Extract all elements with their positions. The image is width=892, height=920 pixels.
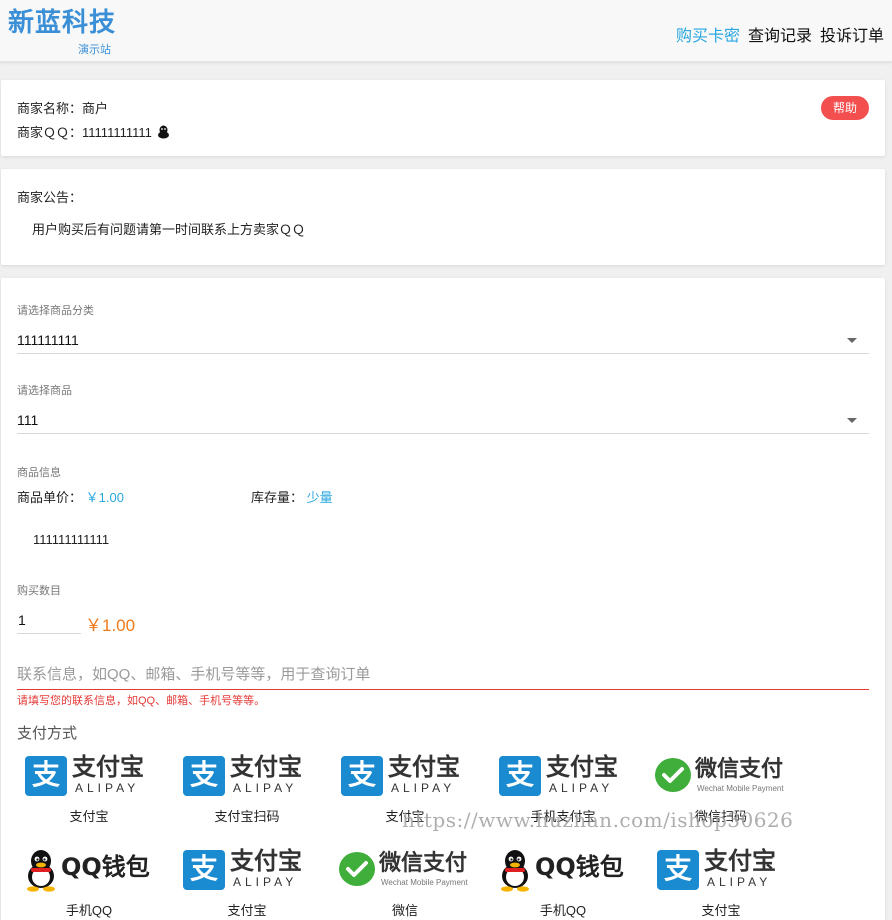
category-selected-value: 111111111 [17,332,79,348]
chevron-down-icon [847,418,857,423]
wechat-pay-logo-en: Wechat Mobile Payment [697,784,784,793]
alipay-logo-en: ALIPAY [75,781,140,795]
category-label: 请选择商品分类 [17,305,94,317]
product-selected-value: 111 [17,412,39,428]
wechat-logo: 微信支付 Wechat Mobile Payment [335,846,475,894]
alipay-icon: 支 [499,756,541,796]
product-select[interactable]: 111 [17,406,869,434]
alipay-logo: 支支付宝 ALIPAY [177,752,317,800]
payment-option-qq[interactable]: QQ钱包手机QQ [493,846,633,920]
payment-option-label: 手机QQ [65,903,113,918]
payment-method-title: 支付方式 [17,725,78,742]
stock-value: 少量 [306,490,333,505]
contact-info-input[interactable] [17,660,869,690]
alipay-logo-en: ALIPAY [391,781,456,795]
help-button[interactable]: 帮助 [821,96,869,120]
alipay-logo-text: 支付宝 [230,847,302,875]
category-select[interactable]: 111111111 [17,326,869,354]
top-navbar: 新蓝科技 演示站 购买卡密 查询记录 投诉订单 [0,0,892,62]
alipay-logo-text: 支付宝 [388,753,460,781]
product-info-label: 商品信息 [17,467,61,479]
alipay-logo: 支支付宝 ALIPAY [335,752,475,800]
payment-option-alipay[interactable]: 支支付宝 ALIPAY 支付宝 [19,752,159,832]
payment-option-label: 支付宝 [69,809,109,824]
watermark: https://www.huzhan.com/ishop30626 [402,808,794,832]
payment-option-qq[interactable]: QQ钱包手机QQ [19,846,159,920]
merchant-name-label: 商家名称： [17,101,83,116]
alipay-logo-text: 支付宝 [704,847,776,875]
alipay-logo: 支支付宝 ALIPAY [651,846,791,894]
logo-text: 新蓝科技 [8,8,117,38]
qq-wallet-logo-text: QQ钱包 [61,853,150,881]
quantity-label: 购买数目 [17,585,61,597]
payment-option-label: 手机QQ [539,903,587,918]
unit-price: 商品单价： ￥1.00 [17,487,124,506]
site-logo[interactable]: 新蓝科技 演示站 [8,6,117,56]
merchant-name-value: 商户 [82,101,109,116]
stock-label: 库存量： [251,490,304,505]
qq-logo: QQ钱包 [493,846,633,894]
nav-buy-card[interactable]: 购买卡密 [676,22,740,46]
alipay-icon: 支 [341,756,383,796]
wechat-pay-logo-text: 微信支付 [379,851,468,876]
qq-penguin-icon [497,848,533,897]
nav-query-records[interactable]: 查询记录 [748,22,812,46]
logo-subtitle: 演示站 [78,44,111,56]
merchant-qq-label: 商家ＱＱ： [17,125,83,140]
stock: 库存量： 少量 [251,487,333,506]
alipay-icon: 支 [657,850,699,890]
notice-title: 商家公告： [17,190,83,205]
qq-logo: QQ钱包 [19,846,159,894]
merchant-info-card: 商家名称：商户 商家ＱＱ：11111111111 帮助 [1,80,885,156]
payment-option-label: 微信 [391,903,418,918]
unit-price-value: ￥1.00 [85,490,124,505]
payment-option-label: 支付宝扫码 [214,809,280,824]
wechat-logo: 微信支付 Wechat Mobile Payment [651,752,791,800]
main-nav: 购买卡密 查询记录 投诉订单 [676,22,884,46]
alipay-logo-en: ALIPAY [549,781,614,795]
payment-option-alipay[interactable]: 支支付宝 ALIPAY 支付宝 [651,846,791,920]
contact-error-message: 请填写您的联系信息，如QQ、邮箱、手机号等等。 [17,695,266,707]
alipay-logo-en: ALIPAY [233,875,298,889]
chevron-down-icon [847,338,857,343]
qq-penguin-icon [23,848,59,897]
payment-option-wechat[interactable]: 微信支付 Wechat Mobile Payment 微信 [335,846,475,920]
alipay-icon: 支 [183,756,225,796]
alipay-logo: 支支付宝 ALIPAY [19,752,159,800]
nav-complaint-order[interactable]: 投诉订单 [820,22,884,46]
product-label: 请选择商品 [17,385,72,397]
alipay-logo: 支支付宝 ALIPAY [177,846,317,894]
alipay-logo-en: ALIPAY [233,781,298,795]
qq-wallet-logo-text: QQ钱包 [535,853,624,881]
alipay-logo-en: ALIPAY [707,875,772,889]
merchant-name-row: 商家名称：商户 [17,98,108,117]
wechat-pay-icon [655,758,691,792]
notice-body: 用户购买后有问题请第一时间联系上方卖家ＱＱ [32,222,306,237]
product-description: 111111111111 [33,532,110,547]
payment-option-alipay[interactable]: 支支付宝 ALIPAY 支付宝 [177,846,317,920]
unit-price-label: 商品单价： [17,490,83,505]
alipay-logo-text: 支付宝 [546,753,618,781]
alipay-logo: 支支付宝 ALIPAY [493,752,633,800]
payment-option-label: 支付宝 [701,903,741,918]
merchant-qq-row: 商家ＱＱ：11111111111 [17,122,170,142]
payment-option-label: 支付宝 [227,903,267,918]
wechat-pay-logo-text: 微信支付 [695,757,784,782]
merchant-qq-value[interactable]: 11111111111 [82,125,152,140]
wechat-pay-logo-en: Wechat Mobile Payment [381,878,468,887]
alipay-icon: 支 [183,850,225,890]
alipay-logo-text: 支付宝 [72,753,144,781]
quantity-input[interactable] [17,606,81,634]
wechat-pay-icon [339,852,375,886]
qq-penguin-icon[interactable] [157,125,170,142]
merchant-notice-card: 商家公告： 用户购买后有问题请第一时间联系上方卖家ＱＱ [1,169,885,265]
alipay-icon: 支 [25,756,67,796]
alipay-logo-text: 支付宝 [230,753,302,781]
payment-option-alipay[interactable]: 支支付宝 ALIPAY 支付宝扫码 [177,752,317,832]
total-price: ￥1.00 [85,616,136,635]
